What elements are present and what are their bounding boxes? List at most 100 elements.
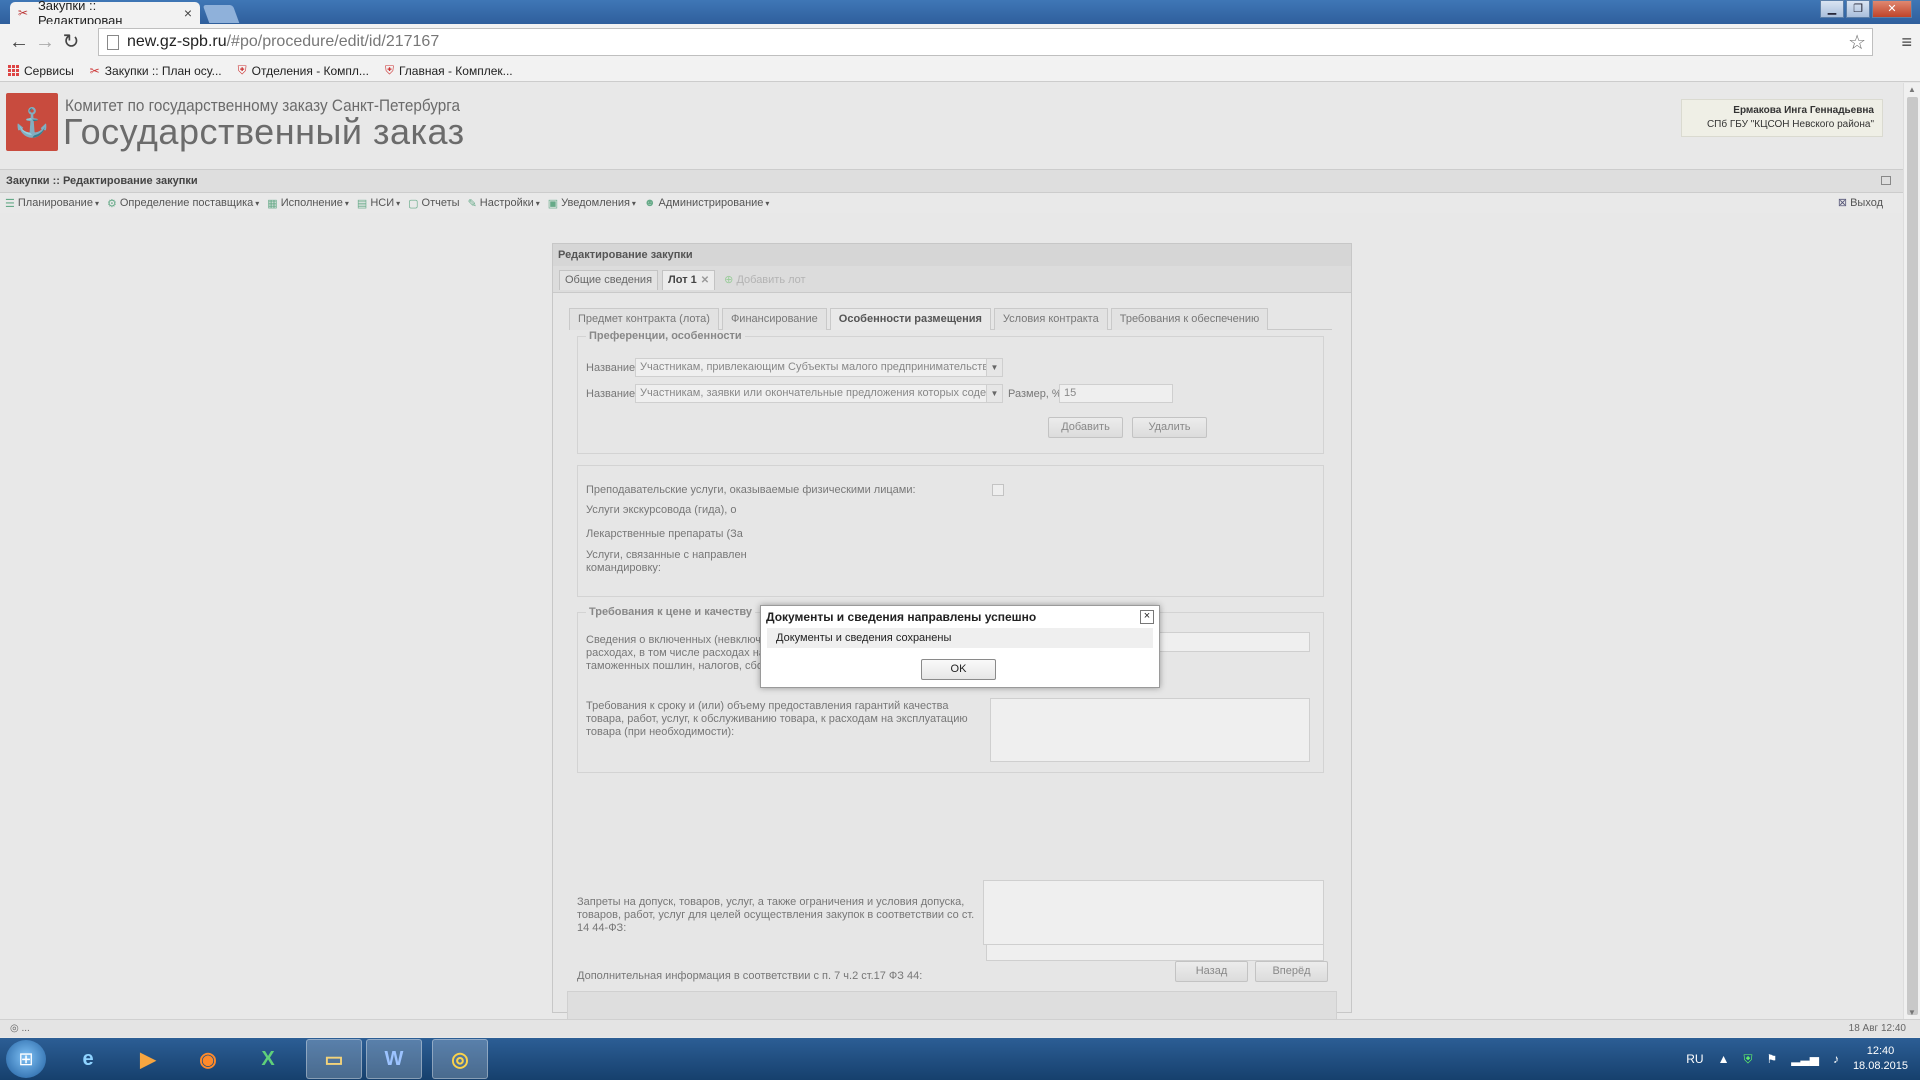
reload-icon[interactable]: ↻	[58, 29, 84, 55]
tab-security-requirements[interactable]: Требования к обеспечению	[1110, 308, 1269, 330]
chrome-icon[interactable]: ◎	[432, 1039, 488, 1079]
warranty-textarea[interactable]	[990, 698, 1310, 762]
services-fieldset: Преподавательские услуги, оказываемые фи…	[577, 465, 1324, 597]
system-tray: RU ▲ ⛨ ⚑ ▂▃▅ ♪ 12:40 18.08.2015	[1686, 1038, 1908, 1080]
size-input[interactable]: 15	[1059, 384, 1173, 403]
success-dialog: Документы и сведения направлены успешно …	[760, 605, 1160, 688]
tab-contract-subject[interactable]: Предмет контракта (лота)	[569, 308, 719, 330]
teaching-services-checkbox[interactable]	[992, 484, 1004, 496]
scroll-thumb[interactable]	[1907, 97, 1918, 1015]
bookmark-item[interactable]: ⛨ Главная - Комплек...	[385, 63, 513, 78]
dialog-close-icon[interactable]: ×	[1140, 610, 1154, 624]
outer-tabs: Общие сведения Лот 1 ✕ ⊕ Добавить лот	[559, 270, 811, 290]
window-controls: ▁ ❐ ✕	[1820, 0, 1912, 18]
vertical-scrollbar[interactable]: ▲ ▼	[1903, 83, 1920, 1019]
bookmark-label: Главная - Комплек...	[398, 63, 513, 78]
inner-tabs: Предмет контракта (лота) Финансирование …	[569, 308, 1332, 330]
menu-planning[interactable]: ☰ Планирование ▾	[5, 197, 99, 210]
ie-icon[interactable]: e	[60, 1039, 116, 1079]
tab-general[interactable]: Общие сведения	[559, 270, 659, 290]
ok-button[interactable]: OK	[921, 659, 996, 680]
clock[interactable]: 12:40 18.08.2015	[1853, 1044, 1908, 1074]
firefox-icon[interactable]: ◉	[180, 1039, 236, 1079]
menu-reports[interactable]: ▢ Отчеты	[408, 197, 459, 210]
window-close-icon[interactable]: ✕	[1872, 0, 1912, 18]
collapse-icon[interactable]	[1881, 176, 1891, 185]
bookmark-item[interactable]: ✂ Закупки :: План осу...	[90, 64, 222, 78]
tab-label: Добавить лот	[736, 274, 806, 286]
add-button[interactable]: Добавить	[1048, 417, 1123, 438]
tab-placement-features[interactable]: Особенности размещения	[829, 308, 991, 330]
preference-select-1[interactable]: Участникам, привлекающим Субъекты малого…	[635, 358, 1003, 377]
org-title: Государственный заказ	[63, 111, 465, 152]
tab-contract-terms[interactable]: Условия контракта	[993, 308, 1108, 330]
menu-admin[interactable]: ☻ Администрирование ▾	[644, 197, 770, 209]
menu-settings[interactable]: ✎ Настройки ▾	[468, 197, 540, 210]
chevron-down-icon[interactable]: ▼	[986, 385, 1002, 402]
tab-label: Общие сведения	[565, 274, 653, 286]
start-button-icon[interactable]: ⊞	[6, 1040, 46, 1078]
logout-label: Выход	[1850, 196, 1883, 209]
menu-label: Настройки	[479, 197, 534, 209]
network-icon[interactable]: ▂▃▅	[1791, 1052, 1819, 1066]
menu-notifications[interactable]: ▣ Уведомления ▾	[548, 197, 636, 210]
plus-icon: ⊕	[724, 274, 734, 286]
preference-select-2[interactable]: Участникам, заявки или окончательные пре…	[635, 384, 1003, 403]
volume-icon[interactable]: ♪	[1833, 1052, 1839, 1066]
menu-execution[interactable]: ▦ Исполнение ▾	[267, 197, 349, 210]
name-label: Название:	[586, 362, 639, 374]
tab-close-icon[interactable]: ×	[184, 5, 192, 21]
guide-services-label: Услуги экскурсовода (гида), о	[586, 504, 737, 516]
site-favicon-icon: ✂	[89, 63, 100, 78]
main-menu: ☰ Планирование ▾ ⚙ Определение поставщика ▾ …	[0, 193, 1903, 213]
web-page: ⚓ Комитет по государственному заказу Сан…	[0, 83, 1903, 1027]
media-player-icon[interactable]: ▶	[120, 1039, 176, 1079]
back-button[interactable]: Назад	[1175, 961, 1248, 982]
word-icon[interactable]: W	[366, 1039, 422, 1079]
shield-favicon-icon: ⛨	[384, 63, 394, 77]
clock-date: 18.08.2015	[1852, 1060, 1908, 1072]
add-lot-button[interactable]: ⊕ Добавить лот	[719, 270, 810, 290]
tab-financing[interactable]: Финансирование	[721, 308, 827, 330]
menu-supplier[interactable]: ⚙ Определение поставщика ▾	[107, 197, 259, 210]
page-title: Закупки :: Редактирование закупки	[6, 175, 198, 187]
language-indicator[interactable]: RU	[1686, 1052, 1703, 1066]
browser-titlebar: ✂ Закупки :: Редактирован × ▁ ❐ ✕	[0, 0, 1920, 28]
restore-icon[interactable]: ❐	[1846, 0, 1870, 18]
status-datetime: 18 Авг 12:40	[1848, 1023, 1906, 1034]
menu-nsi[interactable]: ▤ НСИ ▾	[357, 197, 400, 210]
menu-label: Администрирование	[658, 197, 764, 209]
minimize-icon[interactable]: ▁	[1820, 0, 1844, 18]
close-tab-icon[interactable]: ✕	[701, 275, 709, 286]
action-center-icon[interactable]: ⚑	[1766, 1052, 1777, 1066]
browser-tab[interactable]: ✂ Закупки :: Редактирован ×	[10, 0, 200, 28]
forward-arrow-icon[interactable]: →	[32, 29, 58, 55]
tab-label: Лот 1	[668, 274, 697, 286]
status-bar: ◎ ... 18 Авг 12:40	[0, 1019, 1920, 1037]
logout-button[interactable]: ⊠ Выход	[1838, 196, 1883, 210]
browser-menu-icon[interactable]: ≡	[1901, 32, 1912, 53]
bookmark-apps[interactable]: Сервисы	[8, 64, 74, 78]
address-bar[interactable]: new.gz-spb.ru/#po/procedure/edit/id/2171…	[98, 28, 1873, 56]
additional-info-textarea[interactable]	[983, 880, 1324, 945]
excel-icon[interactable]: X	[240, 1039, 296, 1079]
wrench-icon: ✎	[467, 197, 477, 210]
additional-info-label: Дополнительная информация в соответствии…	[577, 970, 923, 982]
caret-down-icon: ▾	[631, 198, 636, 208]
tray-arrow-icon[interactable]: ▲	[1718, 1052, 1730, 1066]
windows-taskbar: ⊞ e ▶ ◉ X ▭ W ◎ RU ▲ ⛨ ⚑ ▂▃▅ ♪ 12:40 18.…	[0, 1038, 1920, 1080]
caret-down-icon: ▾	[535, 198, 540, 208]
back-arrow-icon[interactable]: ←	[6, 29, 32, 55]
chevron-down-icon[interactable]: ▼	[986, 359, 1002, 376]
tab-lot-1[interactable]: Лот 1 ✕	[662, 270, 716, 290]
menu-label: Определение поставщика	[119, 197, 254, 209]
bookmark-star-icon[interactable]: ☆	[1848, 30, 1866, 55]
bookmark-item[interactable]: ⛨ Отделения - Компл...	[238, 63, 369, 78]
new-tab-button[interactable]	[202, 5, 240, 23]
scroll-down-icon[interactable]: ▼	[1908, 1008, 1916, 1017]
forward-button[interactable]: Вперёд	[1255, 961, 1328, 982]
delete-button[interactable]: Удалить	[1132, 417, 1207, 438]
antivirus-icon[interactable]: ⛨	[1743, 1052, 1752, 1067]
explorer-icon[interactable]: ▭	[306, 1039, 362, 1079]
scroll-up-icon[interactable]: ▲	[1908, 85, 1916, 94]
